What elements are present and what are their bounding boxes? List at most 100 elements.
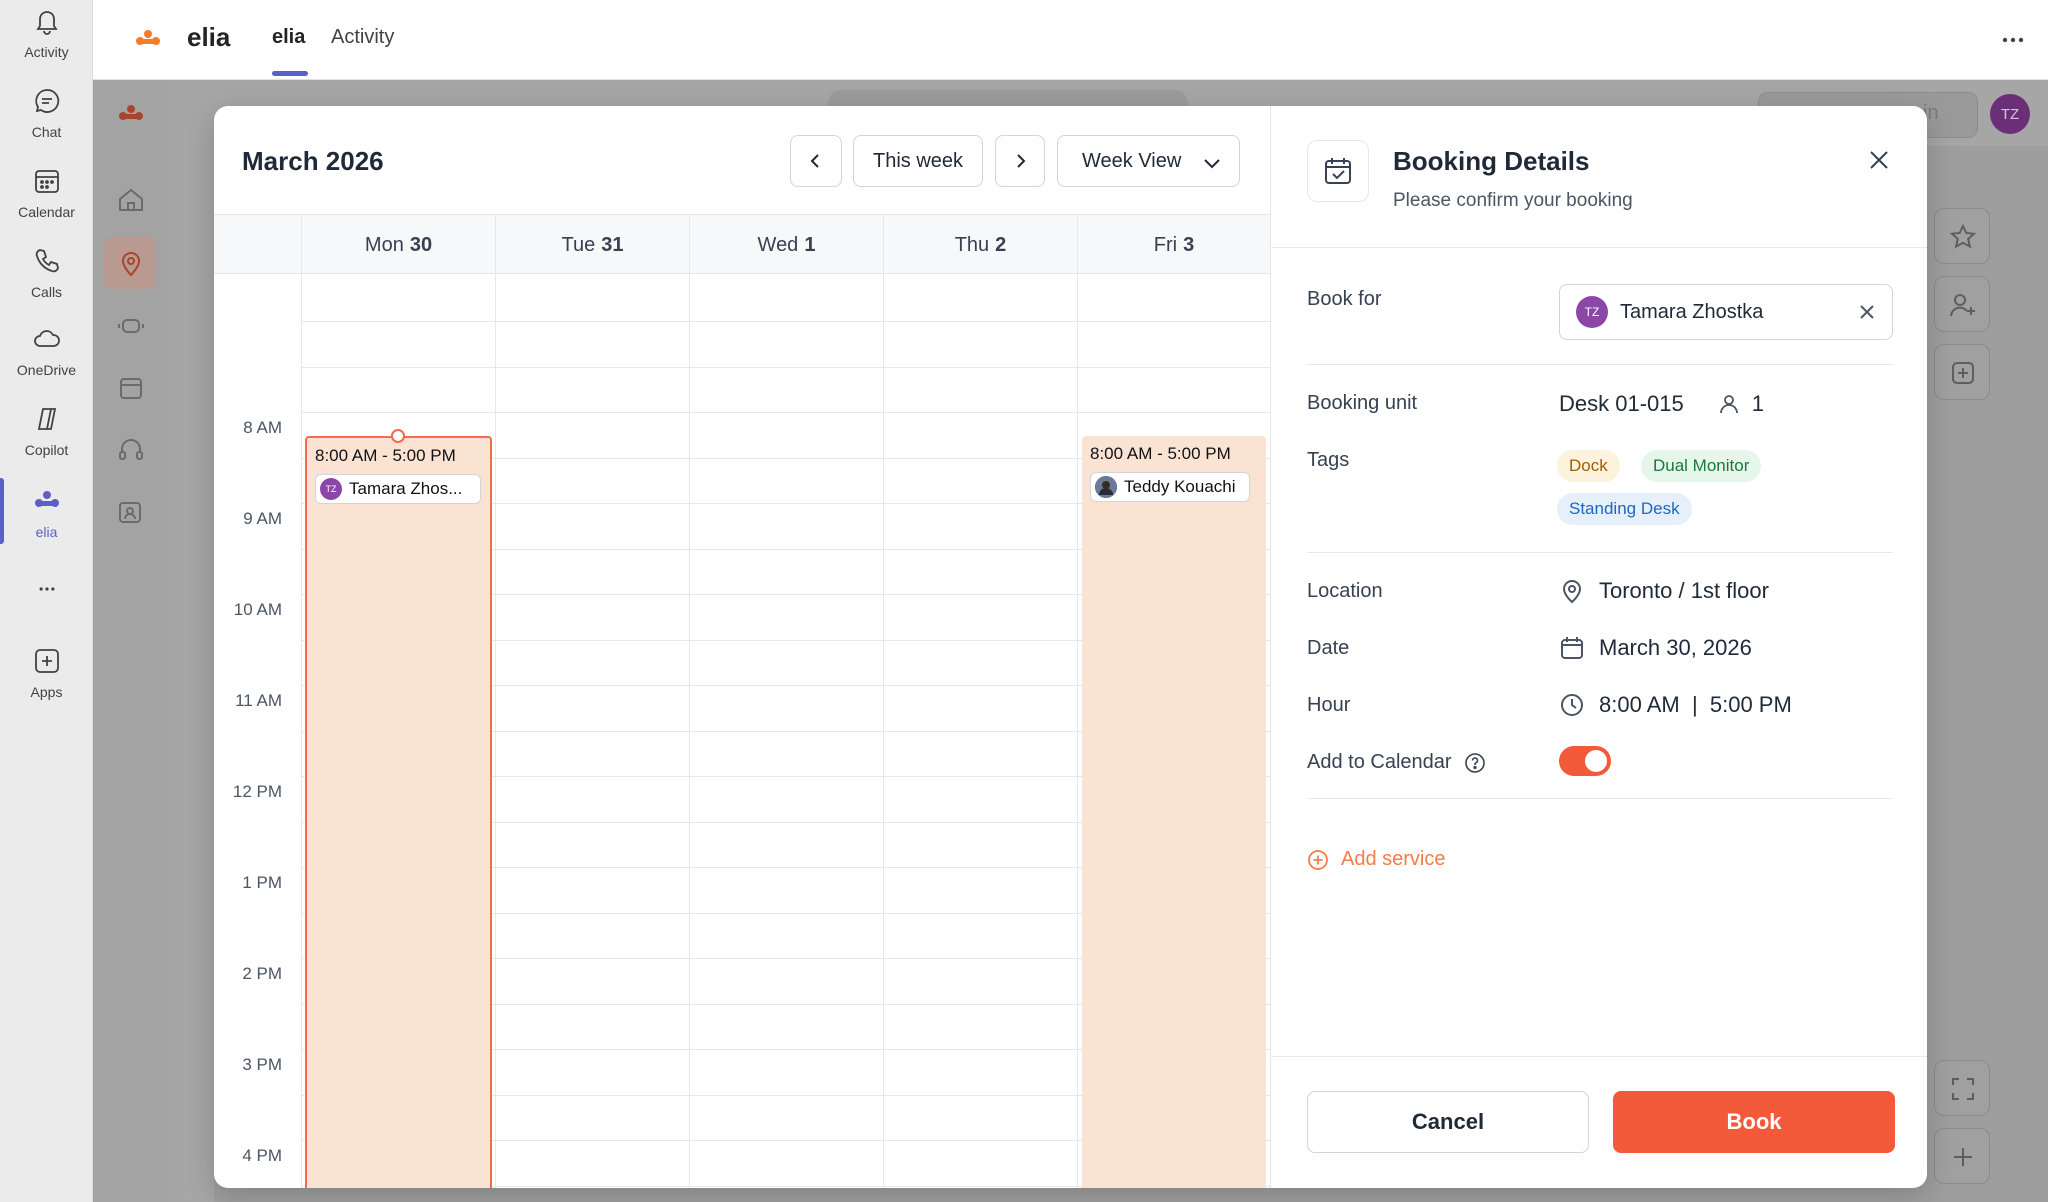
- cancel-button[interactable]: Cancel: [1307, 1091, 1589, 1153]
- booking-event-selected[interactable]: 8:00 AM - 5:00 PM TZ Tamara Zhos...: [305, 436, 492, 1188]
- tag-badge: Dual Monitor: [1641, 450, 1762, 482]
- location-value: Toronto / 1st floor: [1559, 578, 1769, 604]
- event-person-chip: Teddy Kouachi: [1090, 472, 1250, 502]
- booking-unit-label: Booking unit: [1307, 392, 1418, 414]
- add-person-button: [1934, 276, 1990, 332]
- event-time: 8:00 AM - 5:00 PM: [1090, 444, 1231, 463]
- this-week-button[interactable]: This week: [853, 135, 983, 187]
- clear-icon[interactable]: [1856, 301, 1878, 323]
- rail-label: Copilot: [24, 442, 69, 458]
- close-button[interactable]: [1863, 144, 1895, 176]
- calendar-icon: [120, 378, 142, 399]
- next-week-button[interactable]: [995, 135, 1045, 187]
- rail-label: Chat: [31, 124, 62, 140]
- more-options-icon[interactable]: [1999, 26, 2027, 54]
- tag-badge: Dock: [1557, 450, 1620, 482]
- rail-item-chat[interactable]: Chat: [0, 86, 93, 158]
- tab-elia[interactable]: elia: [272, 26, 305, 49]
- avatar: TZ: [320, 478, 342, 500]
- add-to-calendar-label-row: Add to Calendar: [1307, 751, 1486, 774]
- hour-value: 8:00 AM | 5:00 PM: [1559, 692, 1792, 718]
- add-box-icon: [1952, 362, 1974, 384]
- day-header-wed: Wed 1: [689, 215, 883, 275]
- app-header: elia elia Activity: [93, 0, 2048, 80]
- tab-activity[interactable]: Activity: [331, 26, 394, 49]
- event-time: 8:00 AM - 5:00 PM: [315, 446, 456, 465]
- book-button[interactable]: Book: [1613, 1091, 1895, 1153]
- book-for-label: Book for: [1307, 288, 1382, 310]
- tag-badge: Standing Desk: [1557, 493, 1692, 525]
- event-person-chip: TZ Tamara Zhos...: [315, 474, 481, 504]
- chat-icon: [34, 89, 59, 113]
- booking-icon-box: [1307, 140, 1369, 202]
- rail-item-activity[interactable]: Activity: [0, 6, 93, 78]
- add-to-calendar-toggle[interactable]: [1559, 746, 1611, 776]
- day-name: Mon: [364, 233, 404, 256]
- grid-line: [301, 412, 1270, 413]
- hour-text: 8:00 AM | 5:00 PM: [1599, 692, 1792, 717]
- favorite-button: [1934, 208, 1990, 264]
- background-sidebar: [93, 80, 169, 1202]
- hour-label: 8 AM: [243, 418, 282, 437]
- book-for-field[interactable]: TZ Tamara Zhostka: [1559, 284, 1893, 340]
- rail-label: OneDrive: [16, 362, 77, 378]
- rail-label: Apps: [30, 684, 63, 700]
- star-icon: [1949, 223, 1977, 249]
- booking-event[interactable]: 8:00 AM - 5:00 PM Teddy Kouachi: [1082, 436, 1266, 1188]
- hour-label: 3 PM: [242, 1055, 282, 1074]
- previous-week-button[interactable]: [790, 135, 842, 187]
- day-number: 30: [409, 233, 433, 256]
- week-calendar: March 2026 This week Week View Mon 30 Tue…: [214, 106, 1270, 1188]
- grid-column-line: [883, 274, 884, 1188]
- divider: [1271, 247, 1927, 248]
- rail-more-button[interactable]: [0, 578, 93, 608]
- hour-label: 9 AM: [243, 509, 282, 528]
- hour-label: 2 PM: [242, 964, 282, 983]
- visitor-icon: [119, 502, 141, 523]
- booking-unit-value: Desk 01-015 1: [1559, 391, 1764, 417]
- grid-column-line: [689, 274, 690, 1188]
- person-photo-icon: [1095, 476, 1117, 498]
- divider: [1271, 1056, 1927, 1057]
- add-circle-icon: [1308, 849, 1328, 870]
- avatar: [1095, 476, 1117, 498]
- day-header-row: Mon 30 Tue 31 Wed 1 Thu 2 Fri 3: [214, 214, 1270, 275]
- add-service-label: Add service: [1341, 848, 1446, 870]
- resize-handle-top[interactable]: [391, 429, 405, 443]
- rail-item-calls[interactable]: Calls: [0, 246, 93, 318]
- avatar: TZ: [1576, 296, 1608, 328]
- rail-item-apps[interactable]: Apps: [0, 646, 93, 718]
- panel-title: Booking Details: [1393, 146, 1590, 176]
- rail-item-elia[interactable]: elia: [0, 486, 93, 558]
- add-service-button[interactable]: Add service: [1307, 848, 1446, 871]
- booking-details-panel: Booking Details Please confirm your book…: [1270, 106, 1927, 1188]
- elia-logo-icon: [34, 491, 59, 507]
- grid-column-line: [301, 274, 302, 1188]
- close-icon: [1870, 151, 1888, 169]
- date-label: Date: [1307, 637, 1350, 659]
- calendar-month-title: March 2026: [242, 146, 384, 176]
- hour-label: 10 AM: [233, 600, 282, 619]
- grid-column-line: [1077, 274, 1078, 1188]
- rail-item-copilot[interactable]: Copilot: [0, 404, 93, 476]
- booking-modal: March 2026 This week Week View Mon 30 Tue…: [214, 106, 1927, 1188]
- rail-item-onedrive[interactable]: OneDrive: [0, 324, 93, 396]
- hour-label: 4 PM: [242, 1146, 282, 1165]
- day-number: 2: [995, 233, 1007, 256]
- capacity-value: 1: [1751, 391, 1764, 416]
- day-name: Thu: [954, 233, 990, 256]
- view-select[interactable]: Week View: [1057, 135, 1240, 187]
- chevron-left-icon: [810, 154, 819, 168]
- day-name: Wed: [757, 233, 799, 256]
- grid-line: [301, 366, 1270, 368]
- rail-label: elia: [35, 524, 58, 540]
- rail-label: Calendar: [18, 204, 75, 220]
- tags-label: Tags: [1307, 449, 1350, 471]
- phone-icon: [35, 249, 59, 273]
- desk-name: Desk 01-015: [1559, 391, 1684, 416]
- copilot-icon: [37, 408, 56, 430]
- rail-item-calendar[interactable]: Calendar: [0, 166, 93, 238]
- chevron-down-icon: [1204, 159, 1220, 169]
- help-icon[interactable]: [1464, 752, 1486, 774]
- calendar-check-icon: [1325, 158, 1351, 184]
